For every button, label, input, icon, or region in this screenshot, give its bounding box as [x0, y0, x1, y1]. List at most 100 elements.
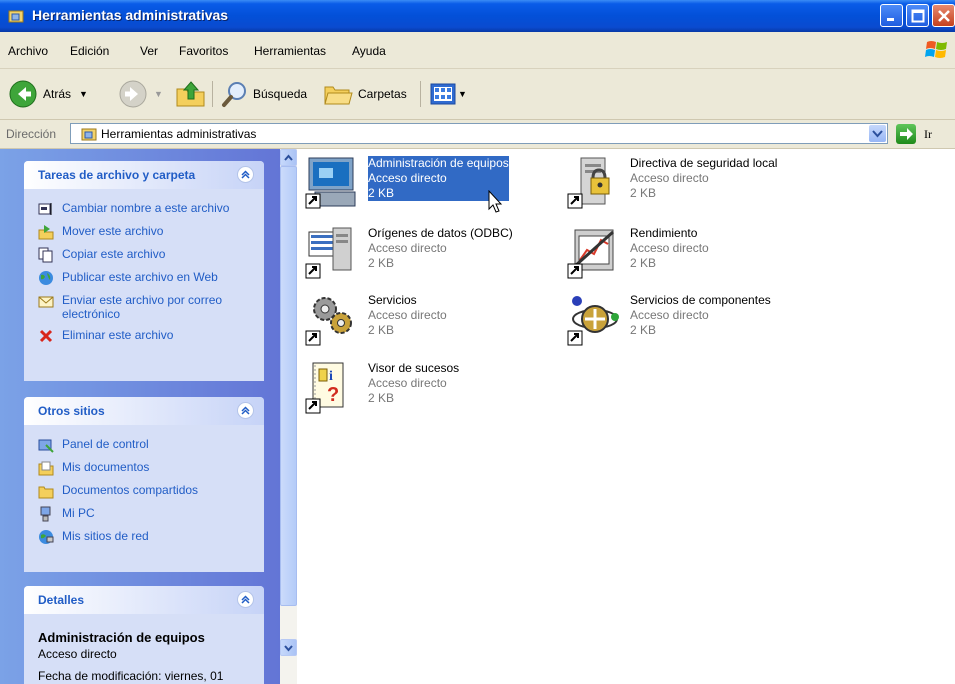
publish-web-icon	[39, 271, 53, 285]
file-name: Administración de equipos	[368, 156, 509, 170]
file-name: Servicios	[368, 293, 417, 307]
back-button[interactable]: Atrás ▼	[8, 69, 88, 119]
file-item-event-viewer[interactable]: i ? Visor de sucesos Acceso directo 2 KB	[305, 361, 565, 421]
task-move[interactable]: Mover este archivo	[38, 224, 256, 240]
details-file-name: Administración de equipos	[38, 630, 205, 645]
file-item-odbc[interactable]: Orígenes de datos (ODBC) Acceso directo …	[305, 226, 565, 286]
task-delete[interactable]: Eliminar este archivo	[38, 328, 256, 344]
file-name: Directiva de seguridad local	[630, 156, 778, 170]
collapse-icon[interactable]	[237, 402, 254, 419]
views-icon	[430, 83, 456, 105]
place-my-computer[interactable]: Mi PC	[38, 506, 256, 522]
file-size: 2 KB	[630, 256, 657, 270]
menu-herramientas[interactable]: Herramientas	[254, 44, 326, 58]
tasks-panel: Tareas de archivo y carpeta Cambiar nomb…	[24, 161, 264, 381]
task-publish-web[interactable]: Publicar este archivo en Web	[38, 270, 256, 286]
place-control-panel[interactable]: Panel de control	[38, 437, 256, 453]
tasks-panel-title: Tareas de archivo y carpeta	[38, 168, 196, 182]
file-item-performance[interactable]: Rendimiento Acceso directo 2 KB	[567, 226, 827, 286]
task-email[interactable]: Enviar este archivo por correo electróni…	[38, 293, 256, 321]
svg-text:?: ?	[327, 384, 339, 406]
maximize-button[interactable]	[906, 4, 929, 27]
folders-button[interactable]: Carpetas	[322, 69, 407, 119]
menu-bar: Archivo Edición Ver Favoritos Herramient…	[0, 32, 955, 69]
chevron-up-icon	[284, 154, 293, 161]
chevron-down-icon	[872, 130, 883, 138]
event-viewer-icon: i ?	[305, 362, 344, 414]
forward-dropdown-icon[interactable]: ▼	[154, 89, 163, 99]
up-folder-button[interactable]	[174, 69, 208, 119]
mouse-cursor-icon	[488, 190, 503, 213]
details-file-type: Acceso directo	[38, 647, 117, 661]
address-dropdown-button[interactable]	[869, 125, 886, 142]
menu-ayuda[interactable]: Ayuda	[352, 44, 386, 58]
places-panel: Otros sitios Panel de control Mis docume…	[24, 397, 264, 572]
address-bar: Dirección Herramientas administrativas I…	[0, 120, 955, 149]
services-icon	[305, 297, 352, 346]
file-size: 2 KB	[368, 323, 395, 337]
file-name: Orígenes de datos (ODBC)	[368, 226, 513, 240]
title-bar[interactable]: Herramientas administrativas	[0, 0, 955, 32]
collapse-icon[interactable]	[237, 591, 254, 608]
menu-ver[interactable]: Ver	[140, 44, 158, 58]
chevron-down-icon	[284, 645, 293, 652]
places-panel-header[interactable]: Otros sitios	[24, 397, 264, 425]
file-item-component-services[interactable]: Servicios de componentes Acceso directo …	[567, 293, 827, 353]
file-name: Visor de sucesos	[368, 361, 460, 375]
go-label[interactable]: Ir	[924, 127, 932, 142]
forward-arrow-icon	[119, 80, 147, 108]
svg-text:i: i	[329, 369, 333, 384]
tasks-panel-header[interactable]: Tareas de archivo y carpeta	[24, 161, 264, 189]
email-icon	[38, 296, 54, 308]
maximize-icon	[911, 9, 925, 23]
file-item-services[interactable]: Servicios Acceso directo 2 KB	[305, 293, 565, 353]
computer-management-icon	[305, 157, 356, 209]
file-type: Acceso directo	[368, 171, 447, 185]
place-network[interactable]: Mis sitios de red	[38, 529, 256, 545]
file-size: 2 KB	[368, 256, 395, 270]
menu-edicion[interactable]: Edición	[70, 44, 109, 58]
delete-icon	[39, 329, 53, 343]
file-type: Acceso directo	[630, 308, 709, 322]
address-value: Herramientas administrativas	[101, 127, 257, 141]
local-security-policy-icon	[567, 157, 610, 209]
odbc-icon	[305, 227, 352, 279]
views-dropdown-icon[interactable]: ▼	[458, 89, 467, 99]
views-button[interactable]: ▼	[430, 69, 467, 119]
file-type: Acceso directo	[630, 241, 709, 255]
windows-logo-icon	[925, 41, 947, 58]
vertical-scrollbar[interactable]	[280, 149, 297, 684]
task-pane: Tareas de archivo y carpeta Cambiar nomb…	[0, 149, 280, 684]
up-folder-icon	[176, 81, 205, 107]
admin-tools-icon	[81, 128, 97, 141]
task-copy[interactable]: Copiar este archivo	[38, 247, 256, 263]
scroll-down-button[interactable]	[280, 639, 297, 656]
file-size: 2 KB	[630, 186, 657, 200]
file-size: 2 KB	[368, 391, 395, 405]
menu-favoritos[interactable]: Favoritos	[179, 44, 228, 58]
search-button[interactable]: Búsqueda	[220, 69, 307, 119]
place-shared-documents[interactable]: Documentos compartidos	[38, 483, 256, 499]
scroll-thumb[interactable]	[280, 166, 297, 606]
close-button[interactable]	[932, 4, 955, 27]
menu-archivo[interactable]: Archivo	[8, 44, 48, 58]
go-button[interactable]	[896, 124, 916, 144]
minimize-button[interactable]	[880, 4, 903, 27]
file-item-computer-management[interactable]: Administración de equipos Acceso directo…	[305, 156, 565, 216]
shared-folder-icon	[38, 486, 54, 499]
address-input[interactable]: Herramientas administrativas	[70, 123, 888, 144]
collapse-icon[interactable]	[237, 166, 254, 183]
network-places-icon	[39, 530, 54, 544]
task-rename[interactable]: Cambiar nombre a este archivo	[38, 201, 256, 217]
scroll-up-button[interactable]	[280, 149, 297, 166]
place-my-documents[interactable]: Mis documentos	[38, 460, 256, 476]
file-item-local-security-policy[interactable]: Directiva de seguridad local Acceso dire…	[567, 156, 827, 216]
details-modified: Fecha de modificación: viernes, 01	[38, 669, 224, 683]
file-name: Servicios de componentes	[630, 293, 771, 307]
move-icon	[38, 225, 54, 240]
minimize-icon	[887, 18, 894, 21]
forward-button[interactable]: ▼	[118, 69, 163, 119]
details-panel-header[interactable]: Detalles	[24, 586, 264, 614]
close-icon	[938, 10, 950, 22]
back-dropdown-icon[interactable]: ▼	[79, 89, 88, 99]
